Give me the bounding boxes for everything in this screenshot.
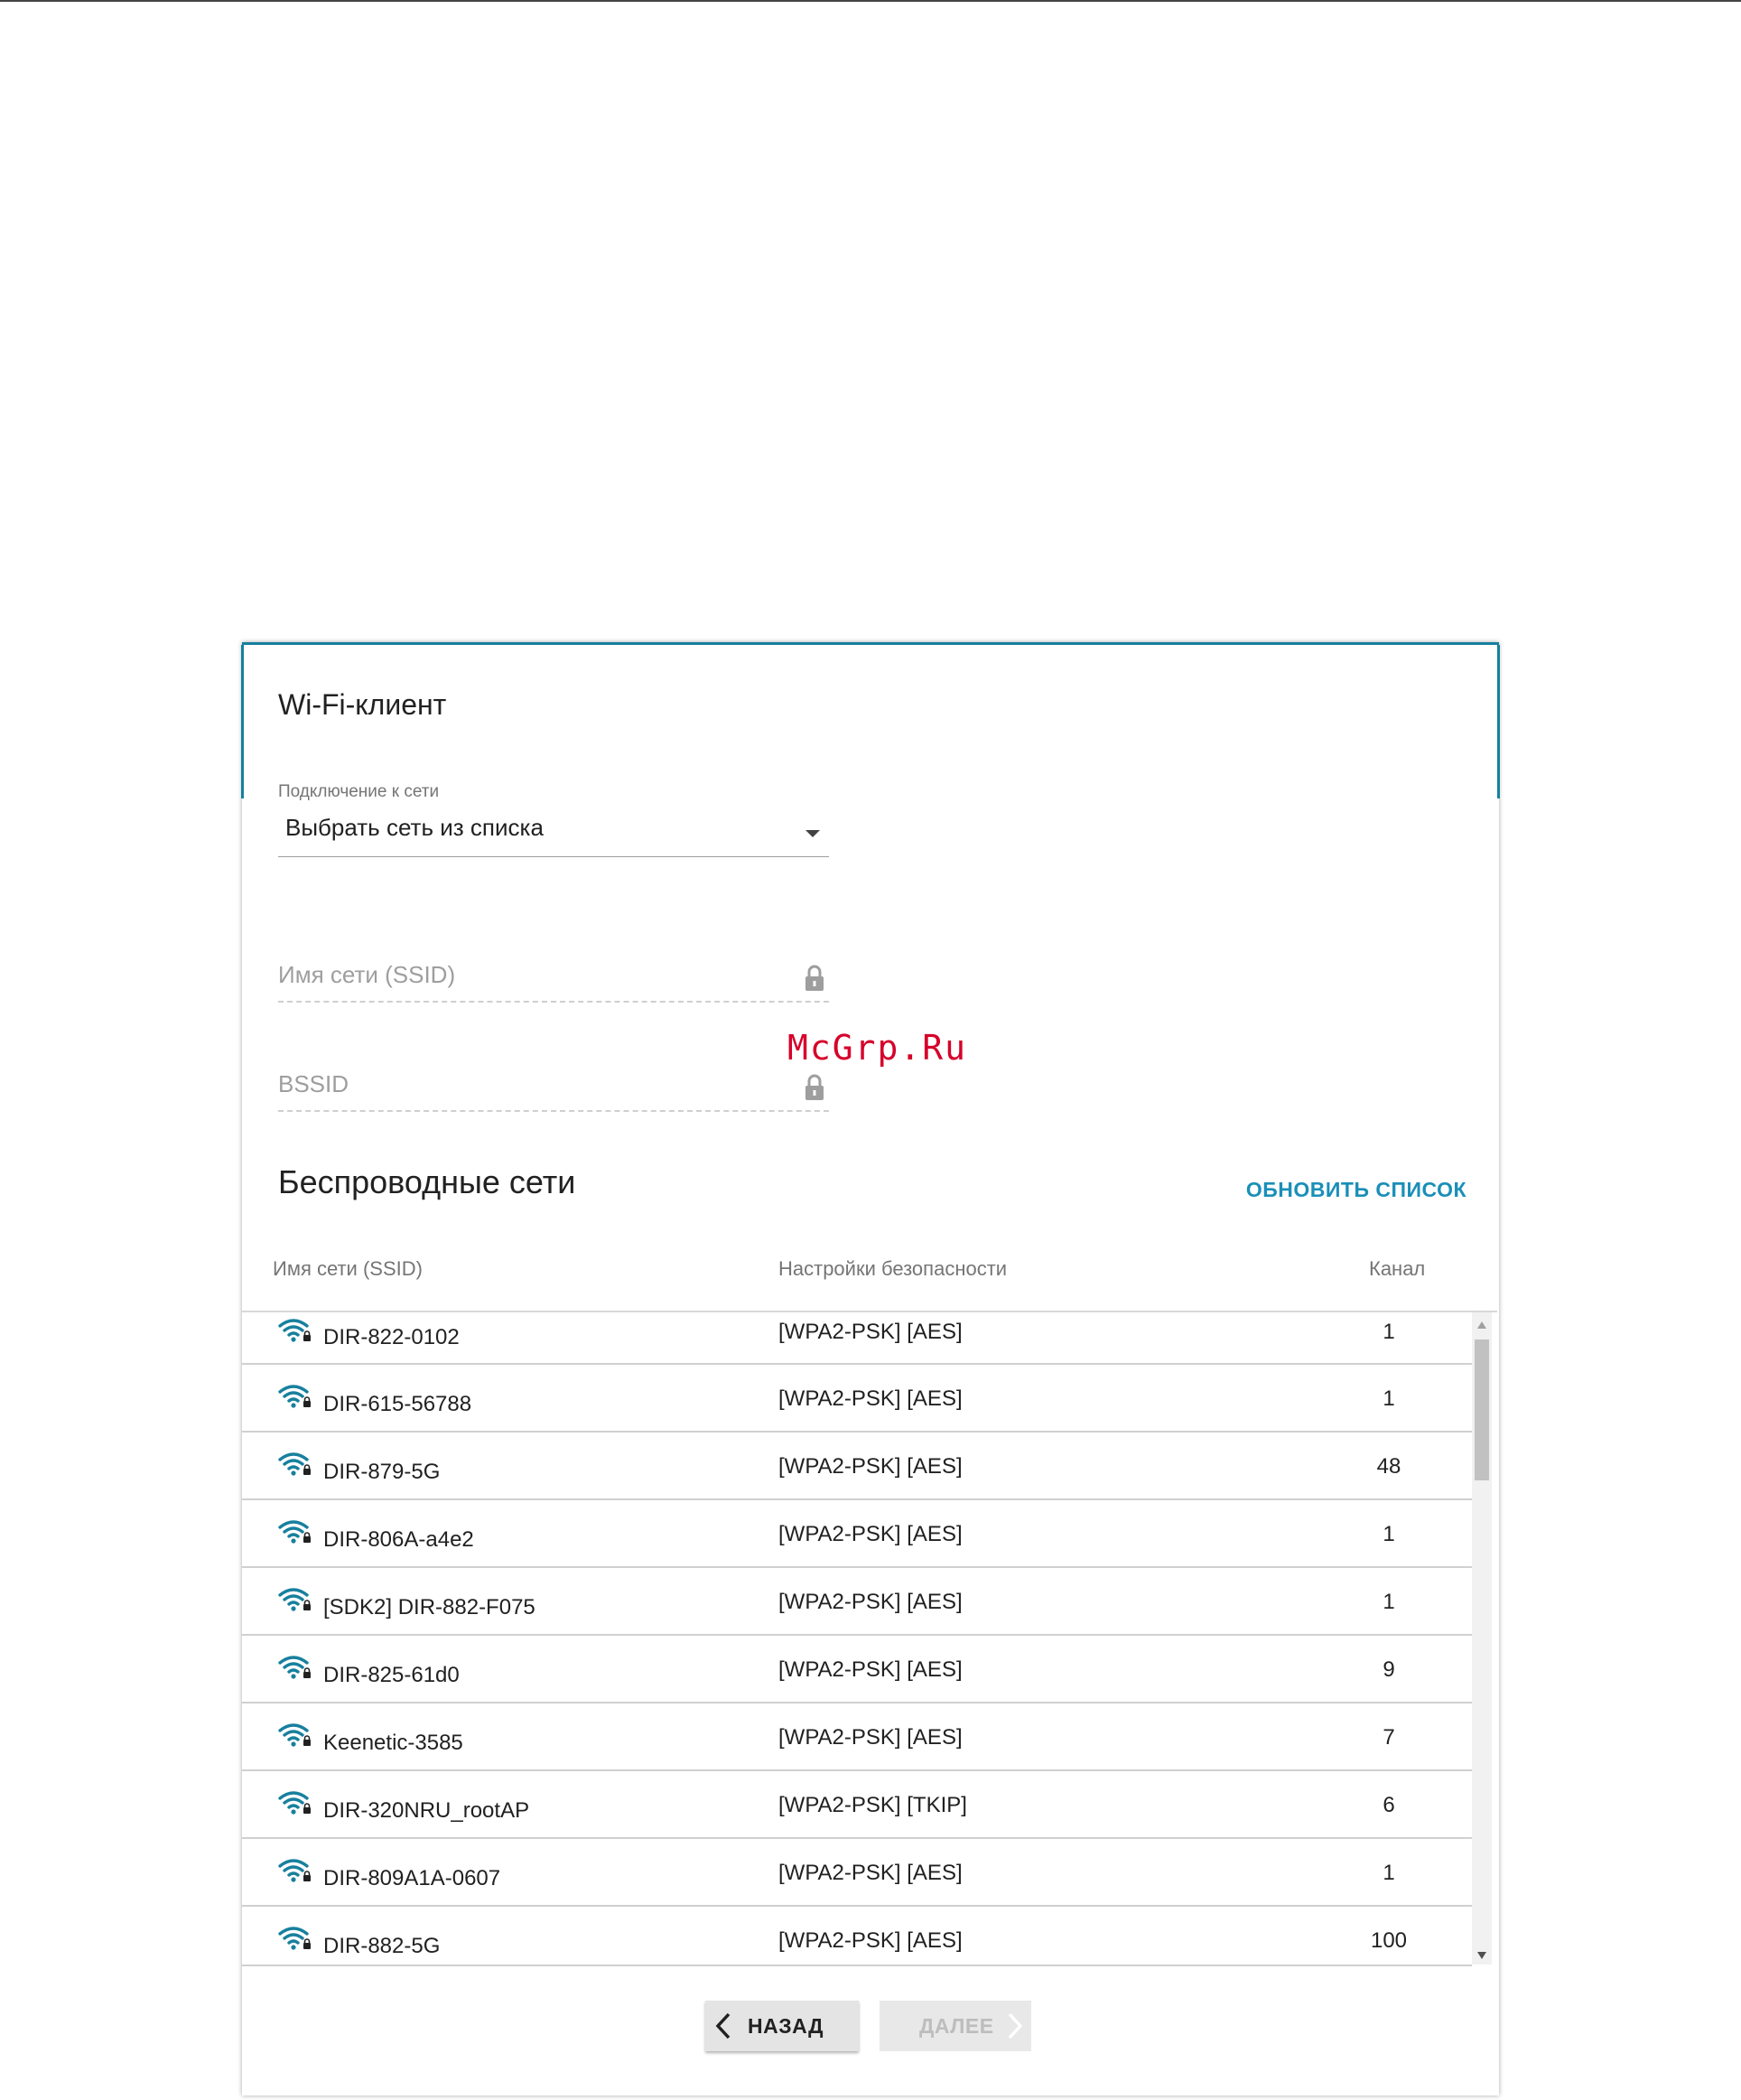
network-security: [WPA2-PSK] [AES] bbox=[778, 1928, 963, 1953]
connection-select[interactable]: Выбрать сеть из списка bbox=[278, 812, 829, 857]
connection-label: Подключение к сети bbox=[278, 782, 440, 801]
chevron-right-icon bbox=[1008, 2012, 1023, 2039]
bssid-placeholder: BSSID bbox=[278, 1070, 349, 1097]
network-security: [WPA2-PSK] [AES] bbox=[778, 1386, 963, 1411]
network-channel: 6 bbox=[1383, 1793, 1395, 1817]
network-list: DIR-822-0102 [WPA2-PSK] [AES] 1 DIR-615-567… bbox=[242, 1312, 1497, 1965]
network-ssid: DIR-825-61d0 bbox=[323, 1663, 460, 1687]
network-row[interactable]: DIR-615-56788 [WPA2-PSK] [AES] 1 bbox=[242, 1365, 1472, 1433]
network-channel: 9 bbox=[1383, 1657, 1395, 1682]
network-channel: 1 bbox=[1383, 1386, 1395, 1411]
wifi-locked-icon bbox=[278, 1723, 311, 1747]
column-header-security[interactable]: Настройки безопасности bbox=[778, 1257, 1007, 1281]
next-button-label: ДАЛЕЕ bbox=[919, 2014, 994, 2038]
network-security: [WPA2-PSK] [AES] bbox=[778, 1861, 963, 1885]
wifi-locked-icon bbox=[278, 1452, 311, 1476]
caret-down-icon bbox=[805, 830, 820, 837]
network-security: [WPA2-PSK] [AES] bbox=[778, 1725, 963, 1750]
chevron-left-icon bbox=[715, 2012, 731, 2039]
wifi-locked-icon bbox=[278, 1859, 311, 1882]
network-ssid: DIR-320NRU_rootAP bbox=[323, 1798, 530, 1823]
network-list-scrollbar[interactable] bbox=[1472, 1312, 1492, 1965]
network-row[interactable]: DIR-320NRU_rootAP [WPA2-PSK] [TKIP] 6 bbox=[242, 1771, 1472, 1839]
scroll-up-arrow-icon[interactable] bbox=[1477, 1321, 1486, 1329]
top-rule bbox=[0, 0, 1741, 2]
panel-accent-right bbox=[1497, 645, 1500, 798]
network-channel: 1 bbox=[1383, 1861, 1395, 1885]
wifi-locked-icon bbox=[278, 1927, 311, 1950]
networks-title: Беспроводные сети bbox=[278, 1163, 576, 1200]
connection-select-value: Выбрать сеть из списка bbox=[285, 814, 544, 841]
network-ssid: DIR-882-5G bbox=[323, 1934, 441, 1958]
network-channel: 100 bbox=[1370, 1928, 1408, 1953]
network-row[interactable]: DIR-882-5G [WPA2-PSK] [AES] 100 bbox=[242, 1907, 1472, 1965]
column-header-channel[interactable]: Канал bbox=[1369, 1257, 1425, 1281]
network-row[interactable]: DIR-809A1A-0607 [WPA2-PSK] [AES] 1 bbox=[242, 1839, 1472, 1907]
network-row[interactable]: DIR-822-0102 [WPA2-PSK] [AES] 1 bbox=[242, 1312, 1472, 1365]
network-ssid: [SDK2] DIR-882-F075 bbox=[323, 1595, 535, 1619]
network-row[interactable]: DIR-806A-a4e2 [WPA2-PSK] [AES] 1 bbox=[242, 1500, 1472, 1568]
network-row[interactable]: DIR-825-61d0 [WPA2-PSK] [AES] 9 bbox=[242, 1636, 1472, 1703]
scroll-thumb[interactable] bbox=[1475, 1339, 1489, 1480]
network-channel: 7 bbox=[1383, 1725, 1395, 1750]
network-channel: 1 bbox=[1383, 1320, 1395, 1344]
lock-icon bbox=[805, 1074, 824, 1100]
back-button-label: НАЗАД bbox=[748, 2014, 824, 2038]
network-security: [WPA2-PSK] [AES] bbox=[778, 1657, 963, 1682]
wifi-locked-icon bbox=[278, 1791, 311, 1815]
back-button[interactable]: НАЗАД bbox=[705, 2001, 859, 2051]
column-header-ssid[interactable]: Имя сети (SSID) bbox=[273, 1257, 423, 1281]
panel-accent-left bbox=[241, 645, 244, 798]
network-row[interactable]: DIR-879-5G [WPA2-PSK] [AES] 48 bbox=[242, 1433, 1472, 1500]
network-ssid: DIR-809A1A-0607 bbox=[323, 1866, 501, 1890]
network-ssid: DIR-822-0102 bbox=[323, 1325, 460, 1349]
wifi-locked-icon bbox=[278, 1588, 311, 1611]
network-security: [WPA2-PSK] [TKIP] bbox=[778, 1793, 967, 1817]
network-ssid: DIR-615-56788 bbox=[323, 1392, 472, 1416]
network-channel: 1 bbox=[1383, 1522, 1395, 1546]
network-security: [WPA2-PSK] [AES] bbox=[778, 1320, 963, 1344]
network-ssid: Keenetic-3585 bbox=[323, 1731, 463, 1755]
network-security: [WPA2-PSK] [AES] bbox=[778, 1522, 963, 1546]
ssid-placeholder: Имя сети (SSID) bbox=[278, 961, 456, 988]
network-security: [WPA2-PSK] [AES] bbox=[778, 1590, 963, 1614]
watermark: McGrp.Ru bbox=[787, 1028, 968, 1068]
network-row[interactable]: [SDK2] DIR-882-F075 [WPA2-PSK] [AES] 1 bbox=[242, 1568, 1472, 1636]
network-ssid: DIR-879-5G bbox=[323, 1460, 441, 1484]
network-row[interactable]: Keenetic-3585 [WPA2-PSK] [AES] 7 bbox=[242, 1703, 1472, 1771]
lock-icon bbox=[805, 965, 824, 991]
wifi-locked-icon bbox=[278, 1319, 311, 1342]
network-channel: 48 bbox=[1376, 1454, 1401, 1479]
page-title: Wi-Fi-клиент bbox=[278, 688, 447, 721]
wifi-locked-icon bbox=[278, 1520, 311, 1544]
network-channel: 1 bbox=[1383, 1590, 1395, 1614]
list-bottom-divider bbox=[242, 1965, 1472, 1966]
network-security: [WPA2-PSK] [AES] bbox=[778, 1454, 963, 1479]
bssid-input[interactable]: BSSID bbox=[278, 1061, 829, 1112]
network-ssid: DIR-806A-a4e2 bbox=[323, 1527, 474, 1552]
scroll-down-arrow-icon[interactable] bbox=[1477, 1952, 1486, 1959]
wifi-client-panel: Wi-Fi-клиент Подключение к сети Выбрать … bbox=[241, 642, 1500, 2095]
refresh-list-button[interactable]: ОБНОВИТЬ СПИСОК bbox=[1246, 1178, 1466, 1202]
next-button[interactable]: ДАЛЕЕ bbox=[880, 2001, 1031, 2051]
ssid-input[interactable]: Имя сети (SSID) bbox=[278, 952, 829, 1003]
wifi-locked-icon bbox=[278, 1385, 311, 1408]
wifi-locked-icon bbox=[278, 1656, 311, 1679]
